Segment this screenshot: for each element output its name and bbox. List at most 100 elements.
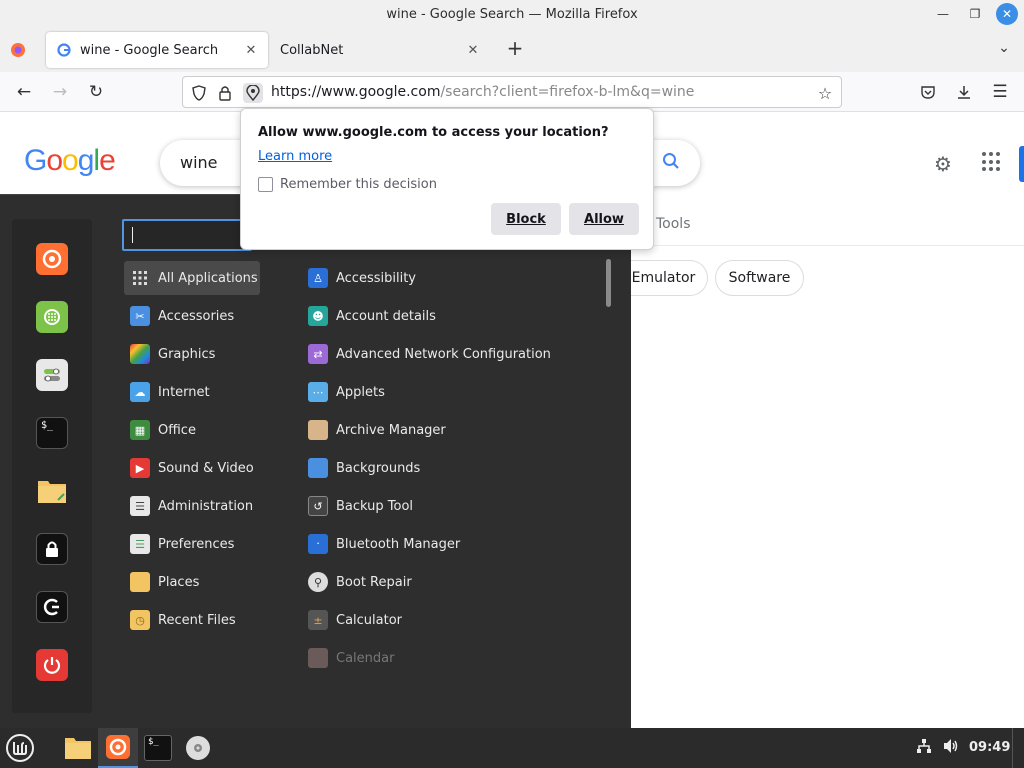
software-manager-icon[interactable]: [36, 301, 68, 333]
app-accessibility[interactable]: ♙ Accessibility: [302, 261, 602, 295]
chip-software[interactable]: Software: [715, 260, 804, 296]
category-internet[interactable]: ☁ Internet: [124, 375, 260, 409]
category-recent-files[interactable]: ◷ Recent Files: [124, 603, 260, 637]
logout-icon[interactable]: [36, 591, 68, 623]
volume-icon[interactable]: [942, 738, 960, 758]
app-account-details[interactable]: ☻ Account details: [302, 299, 602, 333]
shield-icon[interactable]: [189, 83, 209, 103]
lock-icon[interactable]: [215, 83, 235, 103]
close-window-icon[interactable]: ✕: [996, 3, 1018, 25]
search-query[interactable]: wine: [180, 153, 218, 172]
files-favorite-icon[interactable]: [36, 475, 68, 507]
settings-gear-icon[interactable]: ⚙: [934, 152, 952, 176]
app-archive-manager[interactable]: Archive Manager: [302, 413, 602, 447]
app-backgrounds[interactable]: Backgrounds: [302, 451, 602, 485]
downloads-icon[interactable]: [952, 80, 976, 104]
show-desktop-button[interactable]: [1012, 728, 1024, 768]
firefox-favorite-icon[interactable]: [36, 243, 68, 275]
minimize-icon[interactable]: —: [932, 3, 954, 25]
sign-in-button[interactable]: [1019, 146, 1024, 182]
tools-link[interactable]: Tools: [656, 216, 691, 232]
favorites-column: $_: [12, 219, 92, 713]
allow-button[interactable]: Allow: [569, 203, 639, 235]
account-icon: ☻: [308, 306, 328, 326]
remember-decision-checkbox[interactable]: [258, 177, 273, 192]
backgrounds-icon: [308, 458, 328, 478]
lock-screen-icon[interactable]: [36, 533, 68, 565]
app-calendar[interactable]: Calendar: [302, 641, 602, 675]
permission-question: Allow www.google.com to access your loca…: [258, 125, 609, 140]
google-logo[interactable]: Google: [24, 144, 116, 178]
app-boot-repair[interactable]: ⚲ Boot Repair: [302, 565, 602, 599]
app-bluetooth-manager[interactable]: ᛫ Bluetooth Manager: [302, 527, 602, 561]
url-bar[interactable]: https://www.google.com/search?client=fir…: [182, 76, 842, 108]
files-taskbar-icon[interactable]: [58, 728, 98, 768]
reload-icon[interactable]: ↻: [84, 80, 108, 104]
network-config-icon: ⇄: [308, 344, 328, 364]
tab-collabnet[interactable]: CollabNet ✕: [272, 32, 490, 68]
start-menu-button[interactable]: [0, 728, 40, 768]
system-settings-icon[interactable]: [36, 359, 68, 391]
category-all-applications[interactable]: All Applications: [124, 261, 260, 295]
google-apps-icon[interactable]: [982, 152, 1002, 172]
terminal-favorite-icon[interactable]: $_: [36, 417, 68, 449]
firefox-taskbar-icon[interactable]: [98, 728, 138, 768]
new-tab-icon[interactable]: +: [504, 38, 526, 60]
forward-arrow-icon[interactable]: →: [48, 80, 72, 104]
bookmark-star-icon[interactable]: ☆: [815, 83, 835, 103]
close-tab-icon[interactable]: ✕: [462, 43, 484, 58]
recent-folder-icon: ◷: [130, 610, 150, 630]
app-backup-tool[interactable]: ↺ Backup Tool: [302, 489, 602, 523]
category-office[interactable]: ▦ Office: [124, 413, 260, 447]
category-sound-video[interactable]: ▶ Sound & Video: [124, 451, 260, 485]
tab-label: wine - Google Search: [80, 42, 219, 58]
tab-bar: wine - Google Search ✕ CollabNet ✕ + ⌄: [0, 28, 1024, 72]
hamburger-menu-icon[interactable]: ☰: [988, 80, 1012, 104]
search-icon[interactable]: [662, 152, 680, 175]
office-icon: ▦: [130, 420, 150, 440]
category-accessories[interactable]: ✂ Accessories: [124, 299, 260, 333]
list-tabs-chevron-icon[interactable]: ⌄: [994, 40, 1014, 60]
pocket-icon[interactable]: [916, 80, 940, 104]
play-icon: ▶: [130, 458, 150, 478]
firefox-view-icon[interactable]: [8, 40, 28, 60]
terminal-taskbar-icon[interactable]: $_: [138, 728, 178, 768]
shutdown-icon[interactable]: [36, 649, 68, 681]
calendar-icon: [308, 648, 328, 668]
folder-icon: [130, 572, 150, 592]
learn-more-link[interactable]: Learn more: [258, 149, 332, 164]
maximize-icon[interactable]: ❐: [964, 3, 986, 25]
block-button[interactable]: Block: [491, 203, 561, 235]
chip-emulator[interactable]: Emulator: [620, 260, 708, 296]
tab-google-search[interactable]: wine - Google Search ✕: [46, 32, 268, 68]
remember-decision-label[interactable]: Remember this decision: [280, 177, 437, 192]
close-tab-icon[interactable]: ✕: [240, 43, 262, 58]
graphics-icon: [130, 344, 150, 364]
scissors-icon: ✂: [130, 306, 150, 326]
url-text[interactable]: https://www.google.com/search?client=fir…: [271, 84, 694, 100]
backup-icon: ↺: [308, 496, 328, 516]
app-advanced-network-configuration[interactable]: ⇄ Advanced Network Configuration: [302, 337, 602, 371]
disc-taskbar-icon[interactable]: [178, 728, 218, 768]
location-pin-icon[interactable]: [243, 83, 263, 103]
applets-icon: ⋯: [308, 382, 328, 402]
navigation-toolbar: ← → ↻ https://www.google.com/search?clie…: [0, 72, 1024, 112]
cloud-icon: ☁: [130, 382, 150, 402]
clock[interactable]: 09:49: [969, 740, 1010, 755]
app-applets[interactable]: ⋯ Applets: [302, 375, 602, 409]
window-titlebar: wine - Google Search — Mozilla Firefox —…: [0, 0, 1024, 28]
app-calculator[interactable]: ± Calculator: [302, 603, 602, 637]
accessibility-icon: ♙: [308, 268, 328, 288]
tab-label: CollabNet: [280, 42, 344, 58]
menu-scrollbar[interactable]: [606, 259, 611, 307]
divider: [630, 245, 1024, 246]
network-icon[interactable]: [916, 738, 932, 758]
category-graphics[interactable]: Graphics: [124, 337, 260, 371]
back-arrow-icon[interactable]: ←: [12, 80, 36, 104]
menu-search-input[interactable]: [122, 219, 252, 251]
category-preferences[interactable]: ☰ Preferences: [124, 527, 260, 561]
category-places[interactable]: Places: [124, 565, 260, 599]
location-permission-popup: Allow www.google.com to access your loca…: [240, 108, 654, 250]
category-administration[interactable]: ☰ Administration: [124, 489, 260, 523]
boot-repair-icon: ⚲: [308, 572, 328, 592]
